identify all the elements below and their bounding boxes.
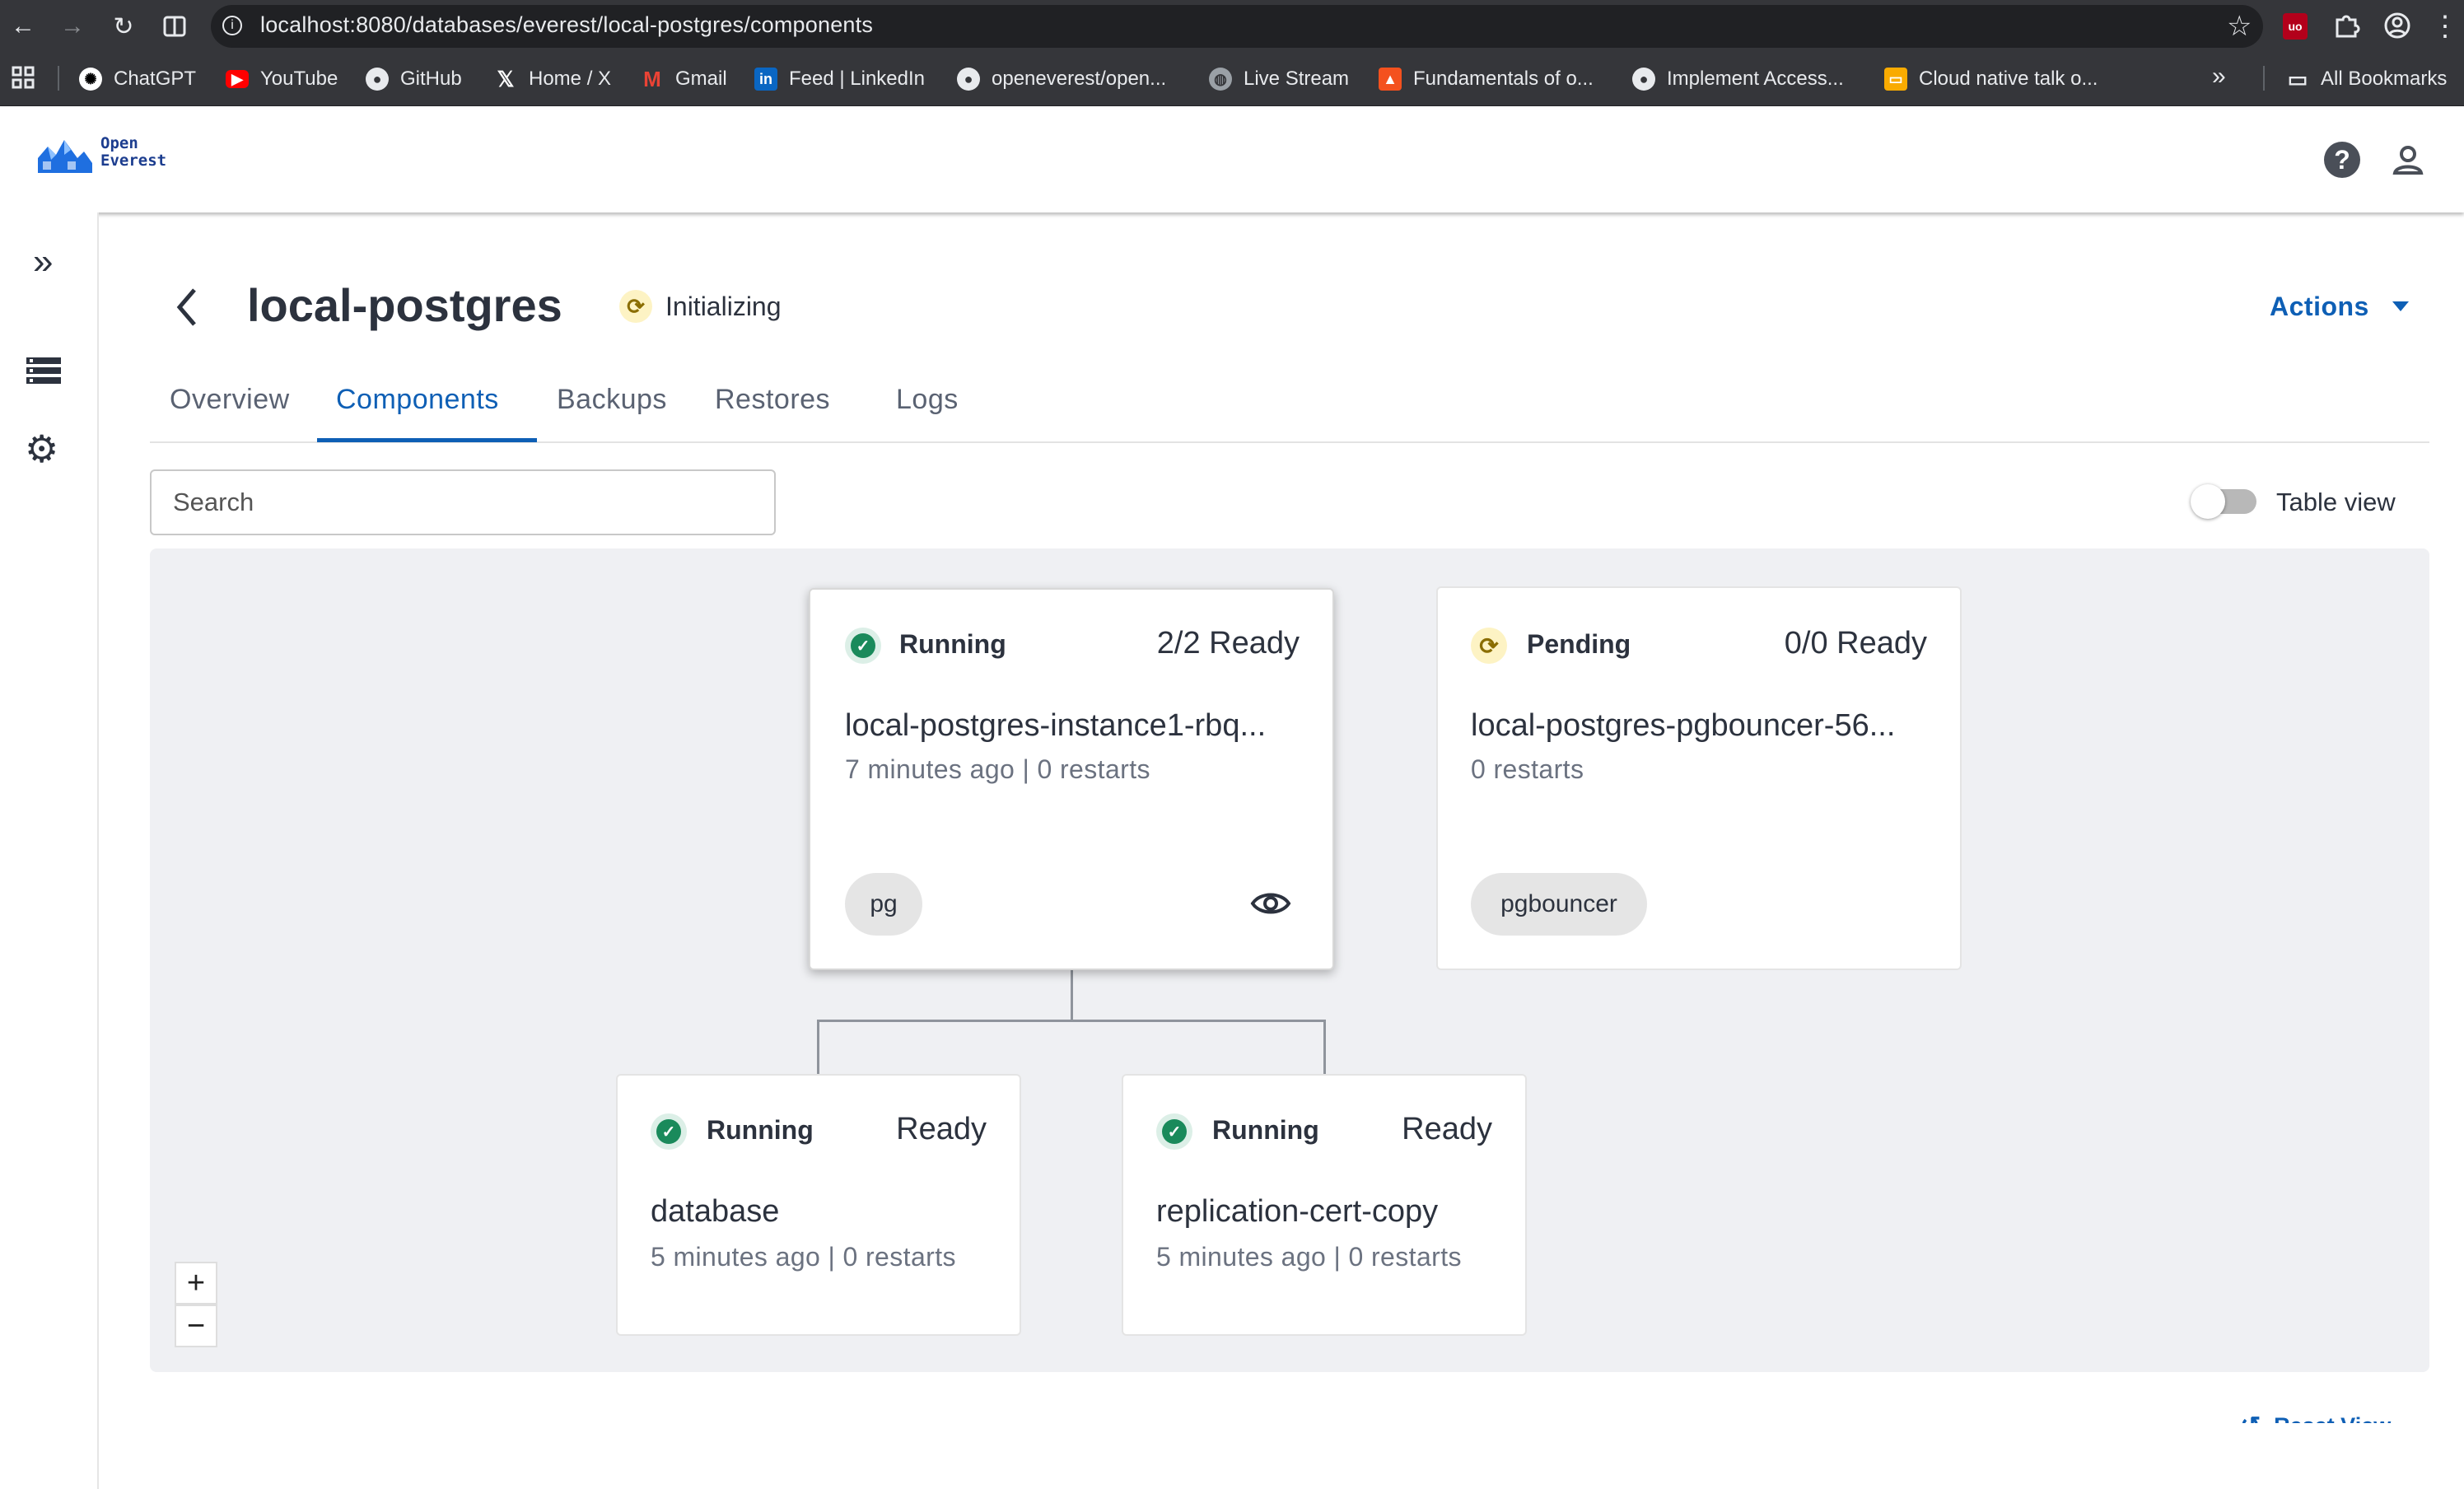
component-card-pgbouncer[interactable]: ⟳ Pending 0/0 Ready local-postgres-pgbou… bbox=[1436, 586, 1962, 970]
running-status-icon: ✓ bbox=[845, 628, 881, 664]
github-icon: ● bbox=[957, 68, 980, 91]
component-status: Pending bbox=[1527, 629, 1631, 659]
help-icon[interactable]: ? bbox=[2324, 142, 2360, 178]
caret-down-icon bbox=[2392, 301, 2409, 311]
component-name: replication-cert-copy bbox=[1156, 1194, 1439, 1229]
running-status-icon: ✓ bbox=[1156, 1113, 1192, 1150]
component-card-replication-cert-copy[interactable]: ✓ Running Ready replication-cert-copy 5 … bbox=[1122, 1074, 1527, 1336]
toggle-knob bbox=[2191, 484, 2225, 519]
databases-icon[interactable] bbox=[26, 356, 61, 390]
component-status: Running bbox=[899, 629, 1006, 659]
component-ready: Ready bbox=[1402, 1112, 1492, 1146]
tab-logs[interactable]: Logs bbox=[896, 384, 959, 416]
component-chip: pgbouncer bbox=[1471, 873, 1647, 936]
connector-line bbox=[817, 1020, 819, 1074]
zoom-out-button[interactable]: − bbox=[175, 1305, 217, 1347]
reload-icon[interactable]: ↻ bbox=[109, 12, 138, 41]
bookmark-star-icon[interactable]: ☆ bbox=[2227, 10, 2252, 43]
view-details-eye-icon[interactable] bbox=[1250, 889, 1291, 922]
bookmark-chatgpt[interactable]: ✺ ChatGPT bbox=[79, 64, 196, 94]
forward-arrow-icon[interactable]: → bbox=[58, 12, 87, 41]
component-meta: 5 minutes ago | 0 restarts bbox=[1156, 1242, 1462, 1272]
component-name: local-postgres-pgbouncer-56... bbox=[1471, 708, 1896, 743]
page-title: local-postgres bbox=[247, 279, 562, 331]
component-ready: 2/2 Ready bbox=[1156, 626, 1300, 660]
running-status-icon: ✓ bbox=[651, 1113, 687, 1150]
back-arrow-icon[interactable]: ← bbox=[8, 12, 38, 41]
chatgpt-icon: ✺ bbox=[79, 68, 102, 91]
connector-line bbox=[817, 1020, 1326, 1022]
search-input[interactable] bbox=[152, 471, 774, 534]
bookmark-x[interactable]: 𝕏 Home / X bbox=[494, 64, 612, 94]
connector-line bbox=[1323, 1020, 1326, 1074]
ublock-extension-icon[interactable]: uo bbox=[2283, 13, 2308, 40]
bookmark-fundamentals[interactable]: ▲ Fundamentals of o... bbox=[1379, 64, 1594, 94]
back-arrow-icon[interactable] bbox=[175, 287, 199, 332]
initializing-status-icon: ⟳ bbox=[619, 290, 652, 323]
status-badge: Initializing bbox=[665, 292, 782, 321]
expand-sidebar-icon[interactable]: » bbox=[33, 244, 53, 280]
tab-restores[interactable]: Restores bbox=[715, 384, 830, 416]
bookmark-cloud-native[interactable]: ▭ Cloud native talk o... bbox=[1884, 64, 2098, 94]
browser-menu-icon[interactable]: ⋮ bbox=[2431, 10, 2459, 43]
reset-view-button[interactable]: ↺ Reset View bbox=[2240, 1405, 2438, 1423]
pending-status-icon: ⟳ bbox=[1471, 628, 1507, 664]
folder-icon: ▭ bbox=[2287, 66, 2308, 91]
reset-icon: ↺ bbox=[2240, 1412, 2261, 1423]
bookmark-openeverest[interactable]: ● openeverest/open... bbox=[957, 64, 1166, 94]
apps-grid-icon[interactable] bbox=[12, 66, 35, 93]
component-meta: 5 minutes ago | 0 restarts bbox=[651, 1242, 956, 1272]
youtube-icon: ▶ bbox=[226, 70, 249, 88]
brand-name: Open Everest bbox=[100, 134, 167, 170]
component-status: Running bbox=[1212, 1115, 1319, 1145]
openeverest-logo[interactable] bbox=[35, 133, 94, 182]
settings-gear-icon[interactable]: ⚙ bbox=[25, 430, 58, 468]
bookmark-github[interactable]: ● GitHub bbox=[366, 64, 462, 94]
component-name: database bbox=[651, 1194, 780, 1229]
extensions-puzzle-icon[interactable] bbox=[2332, 12, 2360, 44]
actions-button[interactable]: Actions bbox=[2270, 292, 2409, 322]
component-status: Running bbox=[707, 1115, 814, 1145]
tab-backups[interactable]: Backups bbox=[557, 384, 667, 416]
fire-icon: ▲ bbox=[1379, 68, 1402, 91]
globe-icon: ◍ bbox=[1209, 68, 1232, 91]
component-card-instance[interactable]: ✓ Running 2/2 Ready local-postgres-insta… bbox=[809, 588, 1334, 970]
component-chip: pg bbox=[845, 873, 922, 936]
tab-components[interactable]: Components bbox=[336, 384, 499, 416]
bookmark-linkedin[interactable]: in Feed | LinkedIn bbox=[754, 64, 925, 94]
table-view-label: Table view bbox=[2276, 488, 2396, 516]
bookmark-gmail[interactable]: M Gmail bbox=[641, 64, 727, 94]
component-ready: 0/0 Ready bbox=[1784, 626, 1927, 660]
zoom-in-button[interactable]: + bbox=[175, 1262, 217, 1305]
gmail-icon: M bbox=[643, 66, 661, 91]
github-icon: ● bbox=[366, 68, 389, 91]
all-bookmarks[interactable]: ▭ All Bookmarks bbox=[2286, 64, 2448, 94]
sidebar bbox=[0, 212, 99, 1489]
search-field[interactable] bbox=[150, 469, 776, 535]
github-icon: ● bbox=[1632, 68, 1655, 91]
component-card-database[interactable]: ✓ Running Ready database 5 minutes ago |… bbox=[616, 1074, 1021, 1336]
url-text[interactable]: localhost:8080/databases/everest/local-p… bbox=[260, 12, 873, 38]
component-meta: 0 restarts bbox=[1471, 754, 1584, 784]
app-header bbox=[0, 107, 2464, 212]
split-view-icon[interactable] bbox=[160, 12, 189, 41]
user-account-icon[interactable] bbox=[2390, 142, 2426, 182]
bookmark-youtube[interactable]: ▶ YouTube bbox=[226, 64, 338, 94]
active-tab-indicator bbox=[317, 438, 537, 442]
component-meta: 7 minutes ago | 0 restarts bbox=[845, 754, 1150, 784]
profile-icon[interactable] bbox=[2383, 12, 2411, 44]
bookmark-implement-access[interactable]: ● Implement Access... bbox=[1632, 64, 1844, 94]
linkedin-icon: in bbox=[754, 68, 777, 91]
x-icon: 𝕏 bbox=[497, 66, 515, 91]
connector-line bbox=[1071, 970, 1073, 1021]
component-ready: Ready bbox=[896, 1112, 987, 1146]
tab-overview[interactable]: Overview bbox=[170, 384, 290, 416]
site-info-icon[interactable]: i bbox=[222, 16, 242, 35]
component-name: local-postgres-instance1-rbq... bbox=[845, 708, 1267, 743]
more-bookmarks-icon[interactable]: » bbox=[2212, 63, 2226, 91]
slides-icon: ▭ bbox=[1884, 68, 1907, 91]
bookmark-live-stream[interactable]: ◍ Live Stream bbox=[1209, 64, 1349, 94]
